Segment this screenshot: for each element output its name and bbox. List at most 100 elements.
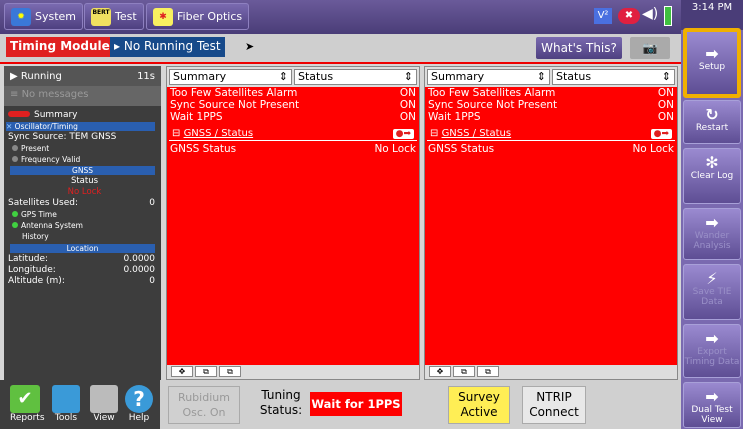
move-icon[interactable]: ✥ <box>171 366 193 377</box>
result-row: Too Few Satellites Alarm ON <box>167 87 419 99</box>
restart-button[interactable]: ↻ Restart <box>683 100 741 144</box>
tab-timing-module[interactable]: Timing Module <box>6 37 114 57</box>
summary-led <box>8 111 30 117</box>
gnss-toggle[interactable]: ⊟ GNSS / Status <box>172 128 253 139</box>
antenna-item: Antenna System <box>4 220 161 231</box>
wander-analysis-button[interactable]: ➡ Wander Analysis <box>683 208 741 260</box>
view-select[interactable]: Status ⇕ <box>552 69 675 85</box>
running-bar: ▶ Running 11s <box>4 66 161 86</box>
location-section-bar: Location <box>10 244 155 253</box>
remote-icon[interactable]: V² <box>594 8 612 24</box>
reports-button[interactable]: ✔ Reports <box>10 385 45 423</box>
test-label: Test <box>115 10 137 23</box>
lightning-icon: ⚡ <box>706 269 718 288</box>
result-label: Wait 1PPS <box>428 111 481 123</box>
arrow-right-icon: ➡ <box>705 387 719 406</box>
select-arrow-icon: ⇕ <box>403 70 413 83</box>
panel-header: Summary ⇕ Status ⇕ <box>167 67 419 87</box>
result-label: Too Few Satellites Alarm <box>170 87 298 99</box>
survey-active-button[interactable]: Survey Active <box>448 386 510 424</box>
gear-icon: ✹ <box>11 7 31 26</box>
paste-icon[interactable]: ⧉ <box>219 366 241 377</box>
result-value: No Lock <box>632 143 674 155</box>
alarm-nav-icon[interactable]: ●➡ <box>650 128 672 139</box>
view-value: Status <box>556 70 592 83</box>
clock-time: 3:14 PM <box>691 2 733 13</box>
longitude-row: Longitude: 0.0000 <box>4 265 161 276</box>
help-button[interactable]: ? Help <box>124 385 154 423</box>
setup-button[interactable]: ➡ Setup <box>683 28 741 98</box>
whats-this-button[interactable]: What's This? <box>536 37 622 59</box>
gps-time-item: GPS Time <box>4 209 161 220</box>
copy-icon[interactable]: ⧉ <box>195 366 217 377</box>
present-led <box>12 145 18 151</box>
tab-no-running-test[interactable]: ▸ No Running Test <box>110 37 225 57</box>
rubidium-osc-button[interactable]: Rubidium Osc. On <box>168 386 240 424</box>
cursor-icon: ➤ <box>245 40 255 53</box>
select-arrow-icon: ⇕ <box>278 70 288 83</box>
restart-label: Restart <box>695 123 729 133</box>
satellites-value: 0 <box>149 198 155 208</box>
result-value: ON <box>399 99 416 111</box>
result-row: Sync Source Not Present ON <box>167 99 419 111</box>
result-value: ON <box>657 99 674 111</box>
sync-source: Sync Source: TEM GNSS <box>8 132 117 142</box>
freq-valid-item: Frequency Valid <box>4 154 161 165</box>
dual-test-view-button[interactable]: ➡ Dual Test View <box>683 382 741 428</box>
fiber-icon: ✱ <box>153 7 173 26</box>
antenna-label: Antenna System <box>21 221 83 230</box>
summary-item[interactable]: Summary <box>4 110 161 121</box>
result-label: GNSS Status <box>428 143 495 155</box>
result-row: Sync Source Not Present ON <box>425 99 677 111</box>
save-tie-data-button[interactable]: ⚡ Save TIE Data <box>683 264 741 320</box>
tuning-status-label: Tuning Status: <box>259 388 303 417</box>
system-button[interactable]: ✹ System <box>4 3 84 30</box>
move-icon[interactable]: ✥ <box>429 366 451 377</box>
satellites-label: Satellites Used: <box>8 198 78 208</box>
alarm-nav-icon[interactable]: ●➡ <box>392 128 414 139</box>
export-timing-data-button[interactable]: ➡ Export Timing Data <box>683 324 741 378</box>
result-label: Too Few Satellites Alarm <box>428 87 556 99</box>
clear-log-label: Clear Log <box>690 171 734 181</box>
speaker-icon[interactable]: ◀) <box>642 6 658 22</box>
summary-label: Summary <box>34 110 78 120</box>
test-button[interactable]: BERT Test <box>84 3 144 30</box>
paste-icon[interactable]: ⧉ <box>477 366 499 377</box>
help-label: Help <box>128 413 150 423</box>
view-select[interactable]: Status ⇕ <box>294 69 417 85</box>
messages-bar[interactable]: ≡ No messages <box>4 86 161 106</box>
category-select[interactable]: Summary ⇕ <box>169 69 292 85</box>
result-value: ON <box>399 87 416 99</box>
camera-icon[interactable]: 📷 <box>630 37 670 59</box>
category-select[interactable]: Summary ⇕ <box>427 69 550 85</box>
status-label: Status <box>70 176 99 186</box>
messages-label: No messages <box>21 89 89 100</box>
toolbox-icon <box>52 385 80 413</box>
error-icon[interactable]: ✖ <box>618 8 640 24</box>
tools-button[interactable]: Tools <box>52 385 80 423</box>
view-button[interactable]: View <box>90 385 118 423</box>
ntrip-connect-button[interactable]: NTRIP Connect <box>522 386 586 424</box>
select-arrow-icon: ⇕ <box>536 70 546 83</box>
freq-label: Frequency Valid <box>21 155 81 164</box>
gnss-status-header[interactable]: ⊟ GNSS / Status ●➡ <box>427 127 675 141</box>
osc-section-bar: ✕ Oscillator/Timing <box>6 122 155 131</box>
category-value: Summary <box>431 70 485 83</box>
gnss-toggle[interactable]: ⊟ GNSS / Status <box>430 128 511 139</box>
gps-led <box>12 211 18 217</box>
clear-log-button[interactable]: ✻ Clear Log <box>683 148 741 204</box>
status-value: No Lock <box>67 187 102 197</box>
result-value: ON <box>399 111 416 123</box>
panel-footer: ✥ ⧉ ⧉ <box>425 365 677 379</box>
osc-label: Oscillator/Timing <box>14 122 78 131</box>
save-tie-label: Save TIE Data <box>692 287 732 307</box>
result-label: GNSS Status <box>170 143 237 155</box>
system-label: System <box>35 10 77 23</box>
arrow-right-icon: ➡ <box>705 44 719 63</box>
copy-icon[interactable]: ⧉ <box>453 366 475 377</box>
left-status-panel: ▶ Running 11s ≡ No messages Summary ✕ Os… <box>4 66 161 380</box>
longitude-label: Longitude: <box>8 265 56 275</box>
gnss-status-header[interactable]: ⊟ GNSS / Status ●➡ <box>169 127 417 141</box>
result-value: ON <box>657 111 674 123</box>
fiber-optics-button[interactable]: ✱ Fiber Optics <box>146 3 250 30</box>
